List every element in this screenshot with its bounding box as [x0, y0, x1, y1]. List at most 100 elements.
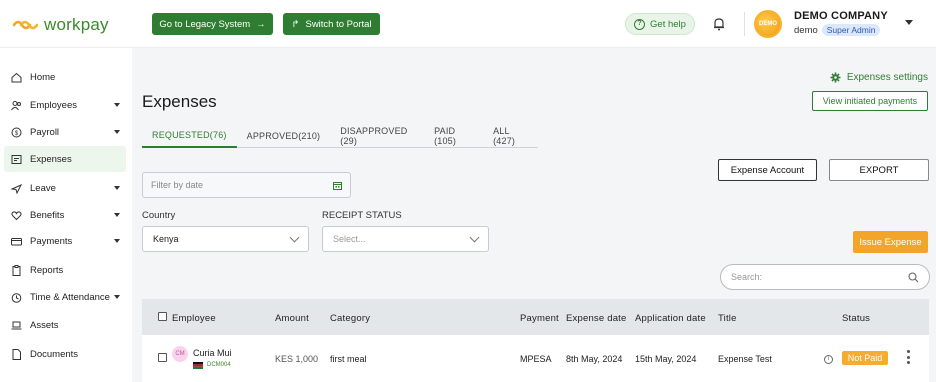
column-header-expense-date[interactable]: Expense date [566, 313, 627, 324]
sidebar-item-home[interactable]: Home [4, 64, 126, 90]
get-help-button[interactable]: ? Get help [625, 13, 695, 35]
top-bar: workpay Go to Legacy System → ↱ Switch t… [0, 0, 936, 48]
sidebar-item-employees[interactable]: Employees [4, 92, 126, 118]
column-header-payment[interactable]: Payment [520, 313, 559, 324]
users-icon [11, 100, 21, 110]
search-placeholder: Search: [731, 272, 763, 282]
switch-arrow-icon: ↱ [291, 18, 300, 30]
tab-approved[interactable]: APPROVED(210) [237, 124, 331, 148]
receipt-status-select[interactable]: Select... [322, 226, 489, 252]
clock-icon [11, 292, 22, 303]
amount-cell: KES 1,000 [275, 354, 319, 364]
get-help-label: Get help [650, 18, 686, 30]
svg-text:$: $ [15, 131, 19, 137]
expenses-settings-link[interactable]: Expenses settings [830, 72, 928, 83]
column-header-amount[interactable]: Amount [275, 313, 309, 324]
chevron-down-icon [114, 103, 120, 107]
switch-to-portal-label: Switch to Portal [305, 18, 372, 30]
status-badge: Not Paid [842, 351, 888, 365]
country-value: Kenya [153, 234, 179, 244]
status-tabs: REQUESTED(76) APPROVED(210) DISAPPROVED … [142, 124, 538, 148]
country-select[interactable]: Kenya [142, 226, 309, 252]
go-to-legacy-button[interactable]: Go to Legacy System → [152, 13, 273, 35]
sidebar-item-label: Time & Attendance [30, 291, 110, 303]
chevron-down-icon [469, 232, 480, 242]
chevron-down-icon [114, 295, 120, 299]
column-header-status[interactable]: Status [842, 313, 870, 324]
username: demo [794, 24, 818, 36]
select-all-checkbox[interactable] [158, 312, 167, 321]
company-name: DEMO COMPANY [794, 10, 888, 22]
brand-name: workpay [44, 15, 109, 34]
chevron-down-icon [114, 239, 120, 243]
column-header-employee[interactable]: Employee [172, 313, 216, 324]
employee-name[interactable]: Curia Mui [193, 348, 232, 358]
receipt-status-placeholder: Select... [333, 234, 366, 244]
page-title: Expenses [142, 92, 217, 111]
info-icon[interactable]: i [824, 355, 833, 364]
sidebar-item-reports[interactable]: Reports [4, 257, 126, 283]
workpay-logo[interactable]: workpay [12, 15, 109, 35]
search-input[interactable]: Search: [720, 264, 930, 290]
divider [744, 12, 745, 36]
question-icon: ? [634, 18, 646, 30]
category-cell: first meal [330, 354, 367, 364]
receipt-icon [11, 154, 22, 164]
main-content: Expenses settings Expenses View initiate… [132, 48, 936, 382]
issue-expense-button[interactable]: Issue Expense [853, 231, 928, 253]
sidebar-item-leave[interactable]: Leave [4, 175, 126, 201]
document-icon [12, 348, 21, 360]
sidebar-item-expenses[interactable]: Expenses [4, 146, 126, 172]
role-badge: Super Admin [821, 24, 881, 36]
home-icon [11, 72, 22, 82]
go-to-legacy-label: Go to Legacy System [159, 18, 251, 30]
sidebar-item-label: Assets [30, 319, 59, 331]
column-header-category[interactable]: Category [330, 313, 370, 324]
date-filter-placeholder: Filter by date [151, 180, 204, 190]
arrow-right-icon: → [256, 18, 266, 30]
sidebar-item-assets[interactable]: Assets [4, 312, 126, 338]
heart-icon [11, 210, 22, 220]
expenses-table: Employee Amount Category Payment Expense… [142, 299, 929, 382]
laptop-icon [11, 321, 22, 329]
column-header-application-date[interactable]: Application date [635, 313, 706, 324]
switch-to-portal-button[interactable]: ↱ Switch to Portal [283, 13, 380, 35]
chevron-down-icon [114, 213, 120, 217]
gear-icon [830, 72, 841, 83]
expense-account-button[interactable]: Expense Account [718, 159, 817, 181]
view-initiated-payments-button[interactable]: View initiated payments [812, 91, 928, 111]
expenses-settings-label: Expenses settings [846, 72, 928, 83]
card-icon [11, 237, 22, 245]
tab-paid[interactable]: PAID (105) [424, 124, 483, 148]
sidebar-item-payments[interactable]: Payments [4, 228, 126, 254]
sidebar-item-label: Expenses [30, 153, 72, 165]
column-header-title[interactable]: Title [718, 313, 737, 324]
chevron-down-icon [114, 130, 120, 134]
tab-all[interactable]: ALL (427) [483, 124, 538, 148]
tab-requested[interactable]: REQUESTED(76) [142, 124, 237, 148]
plane-icon [11, 183, 22, 194]
receipt-status-label: RECEIPT STATUS [322, 210, 402, 221]
row-checkbox[interactable] [158, 353, 167, 362]
sidebar-item-label: Reports [30, 264, 64, 276]
avatar: CM [172, 346, 188, 362]
workpay-logo-icon [12, 20, 38, 30]
date-filter-input[interactable]: Filter by date [142, 172, 351, 198]
sidebar-item-payroll[interactable]: $ Payroll [4, 119, 126, 145]
company-avatar[interactable]: DEMO [754, 10, 782, 38]
title-cell: Expense Test [718, 354, 772, 364]
account-dropdown-icon[interactable] [905, 20, 913, 25]
chevron-down-icon [114, 186, 120, 190]
export-button[interactable]: EXPORT [829, 159, 929, 181]
tab-disapproved[interactable]: DISAPPROVED (29) [330, 124, 424, 148]
payment-cell: MPESA [520, 354, 552, 364]
kenya-flag-icon [193, 362, 203, 369]
row-actions-menu-icon[interactable] [907, 350, 910, 364]
clipboard-icon [12, 264, 21, 276]
bell-icon[interactable] [712, 17, 726, 31]
table-row[interactable]: CM Curia Mui DCM004 KES 1,000 first meal… [142, 335, 929, 382]
sidebar-item-documents[interactable]: Documents [4, 341, 126, 367]
sidebar-item-label: Home [30, 71, 56, 83]
sidebar-item-time-attendance[interactable]: Time & Attendance [4, 284, 126, 310]
sidebar-item-benefits[interactable]: Benefits [4, 202, 126, 228]
